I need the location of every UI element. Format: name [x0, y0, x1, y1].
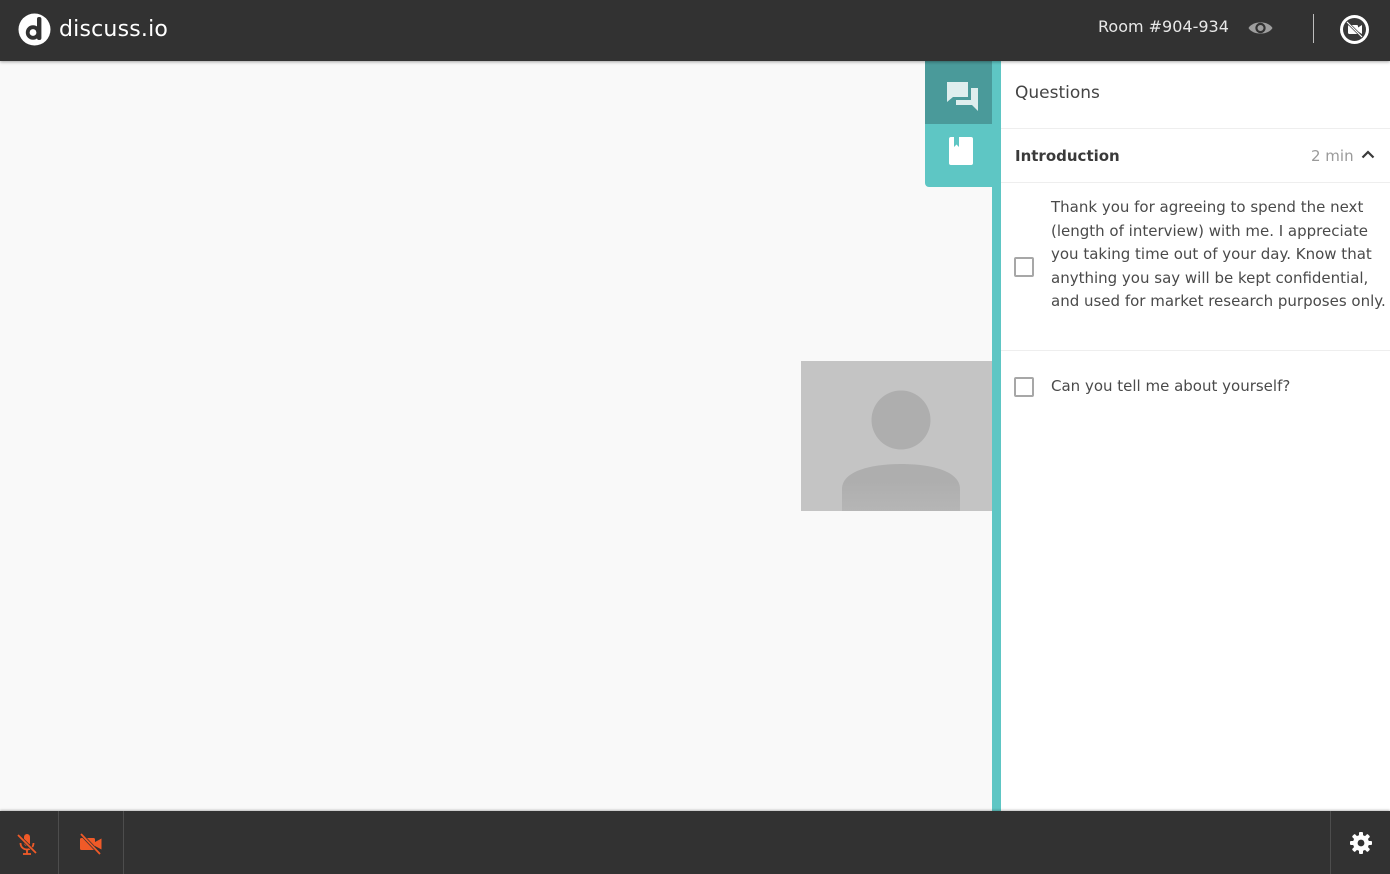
- question-checkbox[interactable]: [1014, 257, 1034, 277]
- avatar-placeholder-icon: [801, 390, 992, 511]
- tab-chat[interactable]: [925, 61, 992, 124]
- gear-icon: [1350, 832, 1372, 854]
- app-name: discuss.io: [59, 17, 169, 42]
- participant-video-tile[interactable]: [801, 361, 992, 511]
- bookmark-book-icon: [949, 137, 973, 165]
- header-divider: [1313, 14, 1314, 43]
- video-stage: [0, 61, 992, 811]
- room-label: Room #904-934: [1098, 17, 1229, 36]
- questions-panel: Questions Introduction 2 min Thank you f…: [1001, 61, 1390, 811]
- video-off-icon: [79, 832, 102, 856]
- sidebar-accent-bar: [992, 61, 1001, 811]
- mic-off-icon: [16, 833, 38, 855]
- question-item: Can you tell me about yourself?: [1001, 351, 1390, 411]
- section-title: Introduction: [1015, 147, 1120, 165]
- question-item: Thank you for agreeing to spend the next…: [1001, 183, 1390, 350]
- bottom-control-bar: [0, 811, 1390, 874]
- panel-title: Questions: [1015, 83, 1100, 103]
- chevron-up-icon[interactable]: [1361, 149, 1375, 159]
- section-duration: 2 min: [1311, 147, 1354, 165]
- tab-discussion-guide[interactable]: [925, 124, 992, 187]
- camera-toggle-button[interactable]: [59, 811, 123, 874]
- section-header-introduction[interactable]: Introduction 2 min: [1001, 129, 1390, 182]
- chat-bubbles-icon: [947, 82, 978, 111]
- eye-icon[interactable]: [1247, 16, 1274, 40]
- logo[interactable]: discuss.io: [18, 13, 168, 46]
- control-divider: [123, 811, 124, 874]
- question-text: Thank you for agreeing to spend the next…: [1051, 198, 1386, 311]
- discuss-io-logo-icon: [18, 13, 51, 46]
- question-text: Can you tell me about yourself?: [1051, 377, 1291, 395]
- camera-status-button[interactable]: [1340, 15, 1369, 44]
- settings-button[interactable]: [1331, 811, 1390, 874]
- top-bar: discuss.io Room #904-934: [0, 0, 1390, 61]
- mic-toggle-button[interactable]: [0, 811, 58, 874]
- camera-off-icon: [1343, 18, 1366, 41]
- question-checkbox[interactable]: [1014, 377, 1034, 397]
